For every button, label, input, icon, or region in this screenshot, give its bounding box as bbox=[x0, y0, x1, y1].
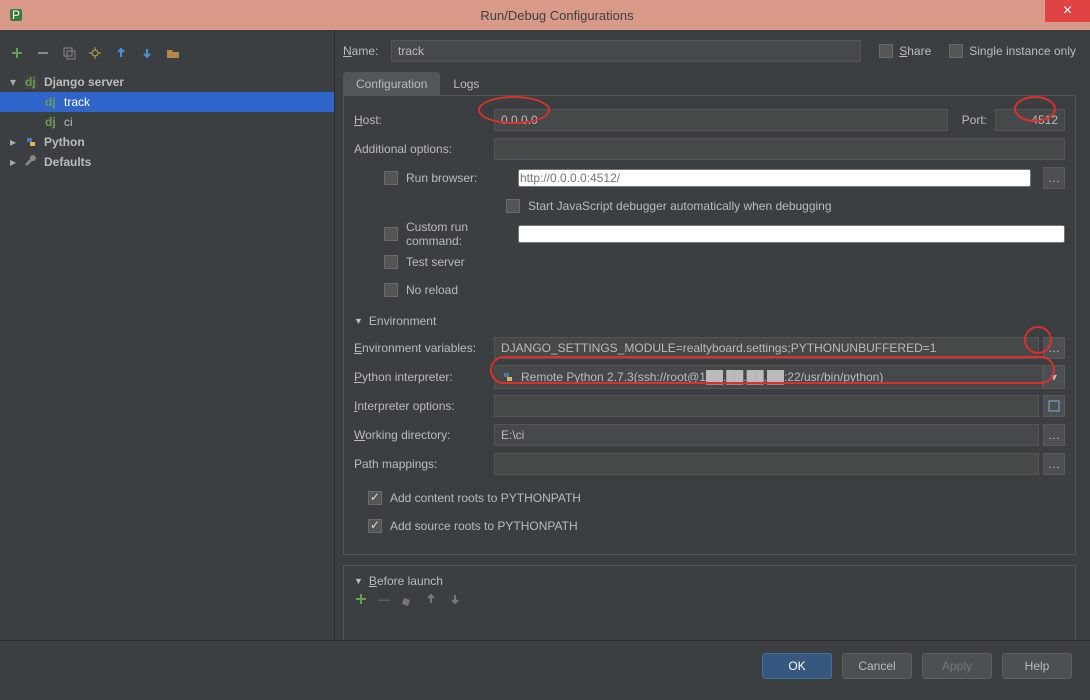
tree-node-ci[interactable]: dj ci bbox=[0, 112, 334, 132]
tree-node-python[interactable]: ▸ Python bbox=[0, 132, 334, 152]
tree-label: Django server bbox=[44, 75, 124, 89]
env-vars-input[interactable] bbox=[494, 337, 1039, 359]
chevron-right-icon: ▸ bbox=[10, 155, 22, 169]
no-reload-checkbox[interactable]: No reload bbox=[384, 276, 1065, 304]
tree-label: Defaults bbox=[44, 155, 91, 169]
name-label: Name: bbox=[343, 44, 383, 58]
before-launch-toolbar: — bbox=[354, 592, 1065, 606]
run-browser-input[interactable] bbox=[518, 169, 1031, 187]
wrench-icon bbox=[22, 155, 40, 169]
svg-text:dj: dj bbox=[25, 75, 36, 89]
add-icon[interactable] bbox=[354, 592, 368, 606]
chevron-down-icon: ▾ bbox=[10, 75, 22, 89]
path-mappings-browse-button[interactable]: … bbox=[1043, 453, 1065, 475]
tree-node-defaults[interactable]: ▸ Defaults bbox=[0, 152, 334, 172]
copy-icon[interactable] bbox=[60, 46, 78, 60]
tree-label: ci bbox=[64, 115, 73, 129]
settings-icon[interactable] bbox=[86, 46, 104, 60]
tree-node-django-server[interactable]: ▾ dj Django server bbox=[0, 72, 334, 92]
host-input[interactable] bbox=[494, 109, 948, 131]
edit-icon[interactable] bbox=[400, 592, 414, 606]
single-instance-checkbox[interactable]: Single instance only bbox=[949, 44, 1076, 58]
left-panel: ▾ dj Django server dj track dj ci ▸ Pyth… bbox=[0, 30, 335, 640]
apply-button[interactable]: Apply bbox=[922, 653, 992, 679]
custom-run-label: Custom run command: bbox=[406, 220, 510, 248]
working-dir-label: Working directory: bbox=[354, 428, 494, 442]
django-icon: dj bbox=[42, 95, 60, 109]
before-launch-panel: ▼ Before launch — bbox=[343, 565, 1076, 640]
custom-run-checkbox[interactable]: Custom run command: bbox=[384, 220, 1065, 248]
additional-options-label: Additional options: bbox=[354, 142, 494, 156]
env-vars-browse-button[interactable]: … bbox=[1043, 337, 1065, 359]
tab-configuration[interactable]: Configuration bbox=[343, 72, 440, 95]
ok-button[interactable]: OK bbox=[762, 653, 832, 679]
tree-label: Python bbox=[44, 135, 85, 149]
interpreter-label: Python interpreter: bbox=[354, 370, 494, 384]
env-section-header[interactable]: ▼ Environment bbox=[354, 314, 1065, 328]
configuration-panel: Host: Port: Additional options: Run brow… bbox=[343, 96, 1076, 555]
tree-node-track[interactable]: dj track bbox=[0, 92, 334, 112]
add-source-roots-checkbox[interactable]: Add source roots to PYTHONPATH bbox=[368, 512, 1065, 540]
js-debugger-label: Start JavaScript debugger automatically … bbox=[528, 199, 832, 213]
interpreter-value: Remote Python 2.7.3(ssh://root@1██.██.██… bbox=[521, 370, 883, 384]
config-tree: ▾ dj Django server dj track dj ci ▸ Pyth… bbox=[0, 68, 334, 176]
chevron-down-icon: ▼ bbox=[354, 576, 363, 586]
dialog-footer: OK Cancel Apply Help bbox=[0, 640, 1090, 690]
test-server-checkbox[interactable]: Test server bbox=[384, 248, 1065, 276]
app-icon: P bbox=[8, 7, 24, 23]
django-icon: dj bbox=[22, 75, 40, 89]
down-icon[interactable] bbox=[138, 46, 156, 60]
right-panel: Name: Share Single instance only Configu… bbox=[335, 30, 1090, 640]
before-launch-list[interactable] bbox=[354, 606, 1065, 636]
django-icon: dj bbox=[42, 115, 60, 129]
browse-button[interactable]: … bbox=[1043, 167, 1065, 189]
chevron-down-icon[interactable]: ▾ bbox=[1043, 365, 1065, 389]
path-mappings-input[interactable] bbox=[494, 453, 1039, 475]
up-icon[interactable] bbox=[112, 46, 130, 60]
cancel-button[interactable]: Cancel bbox=[842, 653, 912, 679]
interpreter-options-input[interactable] bbox=[494, 395, 1039, 417]
name-input[interactable] bbox=[391, 40, 861, 62]
interpreter-select[interactable]: Remote Python 2.7.3(ssh://root@1██.██.██… bbox=[494, 365, 1043, 389]
host-label: Host: bbox=[354, 113, 494, 127]
add-content-roots-checkbox[interactable]: Add content roots to PYTHONPATH bbox=[368, 484, 1065, 512]
tab-logs[interactable]: Logs bbox=[440, 72, 492, 95]
working-dir-browse-button[interactable]: … bbox=[1043, 424, 1065, 446]
help-button[interactable]: Help bbox=[1002, 653, 1072, 679]
close-button[interactable]: × bbox=[1045, 0, 1090, 22]
tree-label: track bbox=[64, 95, 90, 109]
share-checkbox[interactable]: Share bbox=[879, 44, 931, 58]
config-toolbar bbox=[0, 38, 334, 68]
chevron-right-icon: ▸ bbox=[10, 135, 22, 149]
remove-icon[interactable] bbox=[34, 46, 52, 60]
expand-button[interactable] bbox=[1043, 395, 1065, 417]
interpreter-options-label: Interpreter options: bbox=[354, 399, 494, 413]
folder-icon[interactable] bbox=[164, 46, 182, 60]
window-title: Run/Debug Configurations bbox=[24, 8, 1090, 23]
js-debugger-checkbox[interactable]: Start JavaScript debugger automatically … bbox=[506, 192, 1065, 220]
svg-text:dj: dj bbox=[45, 115, 56, 129]
additional-options-input[interactable] bbox=[494, 138, 1065, 160]
working-dir-input[interactable] bbox=[494, 424, 1039, 446]
run-browser-checkbox[interactable]: Run browser: … bbox=[384, 164, 1065, 192]
path-mappings-label: Path mappings: bbox=[354, 457, 494, 471]
python-icon bbox=[22, 135, 40, 149]
tabs: Configuration Logs bbox=[343, 72, 1076, 96]
name-row: Name: Share Single instance only bbox=[343, 40, 1076, 62]
port-input[interactable] bbox=[995, 109, 1065, 131]
down-icon[interactable] bbox=[448, 592, 462, 606]
port-label: Port: bbox=[962, 113, 987, 127]
add-icon[interactable] bbox=[8, 46, 26, 60]
svg-text:dj: dj bbox=[45, 95, 56, 109]
before-launch-header[interactable]: ▼ Before launch bbox=[354, 574, 1065, 588]
python-icon bbox=[501, 370, 515, 384]
title-bar: P Run/Debug Configurations × bbox=[0, 0, 1090, 30]
up-icon[interactable] bbox=[424, 592, 438, 606]
custom-run-input[interactable] bbox=[518, 225, 1065, 243]
remove-icon[interactable]: — bbox=[378, 592, 390, 606]
chevron-down-icon: ▼ bbox=[354, 316, 363, 326]
env-vars-label: Environment variables: bbox=[354, 341, 494, 355]
run-browser-label: Run browser: bbox=[406, 171, 510, 185]
svg-text:P: P bbox=[12, 8, 20, 22]
